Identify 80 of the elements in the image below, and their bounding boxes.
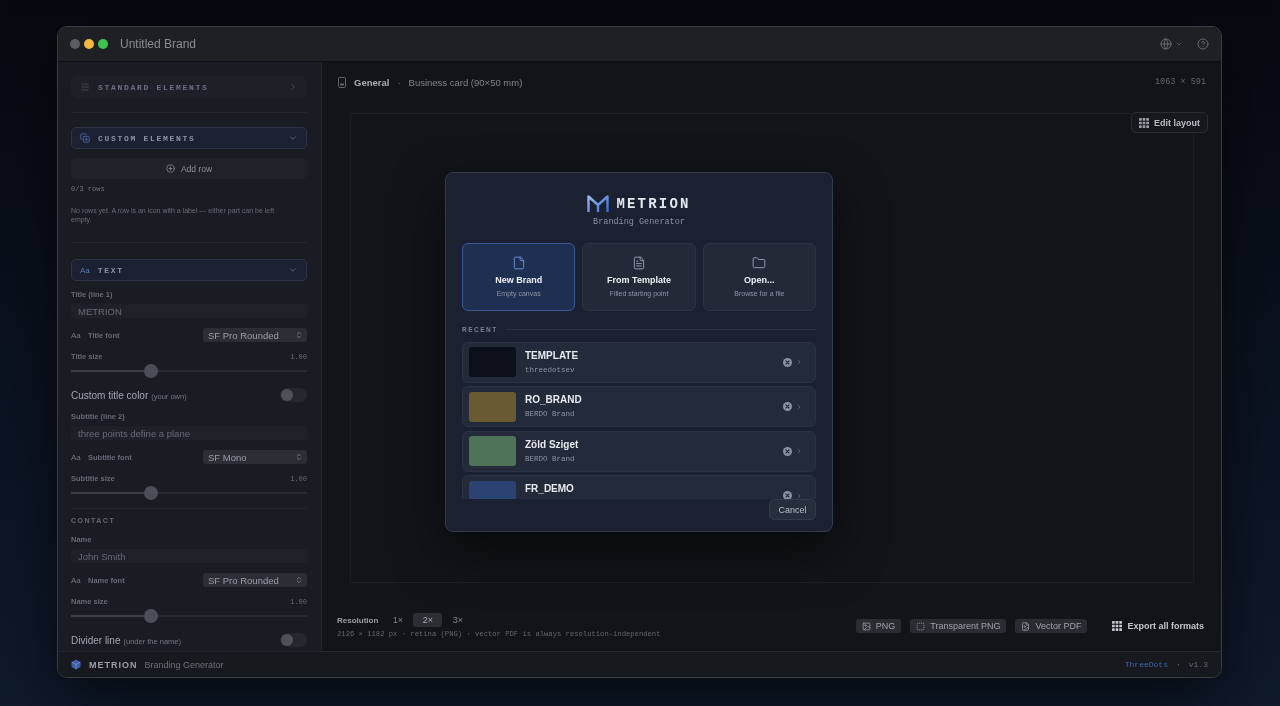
resolution-option[interactable]: 1× [383,613,413,627]
toggle-switch[interactable] [280,388,307,402]
help-icon[interactable] [1197,38,1209,50]
cancel-button[interactable]: Cancel [769,499,816,520]
language-button[interactable] [1160,38,1183,50]
plus-circle-icon [165,164,175,173]
dialog-subtitle: Branding Generator [593,216,685,228]
caret-icon [1175,40,1183,48]
export-button[interactable]: Transparent PNG [910,619,1007,633]
resolution-option[interactable]: 2× [413,613,443,627]
up-down-chevron-icon [295,576,303,584]
font-glyph: Aa [71,330,81,340]
brand-name: METRION [89,659,138,670]
text-field[interactable]: John Smith [71,549,307,563]
cube-icon [71,659,81,670]
brand-tagline: Branding Generator [144,659,224,670]
canvas-size: 1063 × 591 [1155,77,1206,87]
font-glyph: Aa [71,452,81,462]
section-header[interactable]: Aa TEXT [71,259,307,281]
export-button[interactable]: PNG [855,619,902,633]
m-logo-icon [587,195,610,213]
recent-name: FR_DEMO [525,483,574,496]
close-icon[interactable] [783,402,792,412]
export-all-button[interactable]: Export all formats [1112,619,1204,633]
version-label: v1.3 [1188,660,1208,669]
chevron-right-icon [288,82,298,92]
window-control-icon[interactable] [98,39,108,49]
font-glyph: Aa [71,575,81,585]
section-header[interactable]: CUSTOM ELEMENTS [71,127,307,149]
up-down-chevron-icon [295,331,303,339]
separator: · [397,76,401,88]
chevron-right-icon [795,491,803,499]
font-select[interactable]: SF Pro Rounded [203,573,307,587]
recent-name: RO_BRAND [525,394,582,407]
globe-icon [1160,38,1172,50]
section-header[interactable]: STANDARD ELEMENTS [71,76,307,98]
export-button[interactable]: Vector PDF [1015,619,1088,633]
window-title: Untitled Brand [120,37,197,51]
chevron-down-icon [288,133,298,143]
separator: · [1176,660,1181,669]
company-link[interactable]: ThreeDots [1124,660,1168,669]
section-name: General [354,76,390,88]
grid-icon [1139,117,1149,128]
slider-thumb[interactable] [144,364,159,378]
page-icon [338,76,346,88]
close-icon[interactable] [783,357,792,367]
resolution-label: Resolution [337,615,379,625]
close-icon[interactable] [783,446,792,456]
font-select[interactable]: SF Mono [203,450,307,464]
up-down-chevron-icon [295,453,303,461]
text-field[interactable]: METRION [71,304,307,318]
logo-text: METRION [616,196,691,212]
file-image-icon [1021,621,1031,631]
file-icon [511,256,526,270]
grid-icon [1112,621,1123,631]
folder-icon [752,256,767,270]
chevron-down-icon [288,265,298,275]
edit-layout-button[interactable]: Edit layout [1131,112,1208,133]
text-field[interactable]: three points define a plane [71,426,307,440]
dashed-square-icon [916,621,926,631]
font-glyph: Aa [80,265,90,275]
slider-thumb[interactable] [144,486,159,500]
chevron-right-icon [795,358,803,367]
format-name: Business card (90×50 mm) [408,76,523,88]
image-icon [861,621,871,631]
copy-icon [80,133,90,143]
chevron-right-icon [795,402,803,411]
chevron-right-icon [795,447,803,456]
window-control-icon[interactable] [84,39,94,49]
resolution-option[interactable]: 3× [443,613,473,627]
font-select[interactable]: SF Pro Rounded [203,328,307,342]
document-icon [632,256,646,270]
recent-name: TEMPLATE [525,349,579,362]
add-row-button[interactable]: Add row [71,158,307,179]
slider-thumb[interactable] [144,609,159,623]
toggle-switch[interactable] [280,633,307,647]
recent-item[interactable]: FR_DEMO [462,475,816,499]
recent-name: Zöld Sziget [525,438,579,451]
menu-icon [80,82,90,92]
close-icon[interactable] [783,491,792,499]
